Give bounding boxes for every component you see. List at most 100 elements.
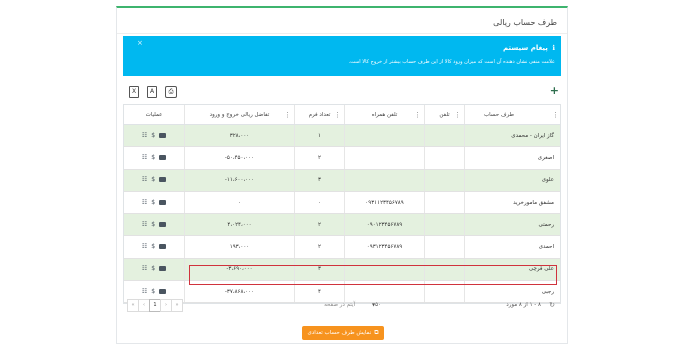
cell-phone — [424, 214, 464, 236]
column-header-label: طرف حساب — [483, 111, 514, 118]
mail-icon[interactable] — [159, 177, 167, 183]
pdf-export-icon[interactable]: A — [147, 86, 157, 98]
cell-party: اصغری — [464, 147, 562, 169]
cell-phone — [424, 169, 464, 191]
cell-mobile: ۰۹۰۱۲۳۴۵۶۷۸۹ — [344, 214, 424, 236]
column-header-label: تلفن — [439, 111, 450, 118]
cell-mobile — [344, 125, 424, 147]
cell-count: ۲ — [294, 236, 344, 258]
column-header-label: تلفن همراه — [371, 111, 398, 118]
cell-actions: ☷ $ — [124, 259, 184, 280]
items-per-page-label: آیتم در صفحه — [324, 302, 355, 308]
column-menu-icon[interactable]: ⋮ — [284, 111, 291, 119]
dollar-icon[interactable]: $ — [151, 288, 155, 296]
cell-phone — [424, 147, 464, 169]
page-title: طرف حساب ریالی — [493, 18, 557, 27]
column-menu-icon[interactable]: ⋮ — [414, 111, 421, 119]
table-row[interactable]: رحمتی ۰۹۰۱۲۳۴۵۶۷۸۹ ۲ ۴،۰۲۴،۰۰۰ ☷ $ — [124, 214, 562, 237]
table-row[interactable]: اصغری ۲ ۵۰،۴۵۰،۰۰۰- ☷ $ — [124, 147, 562, 170]
list-icon[interactable]: ☷ — [142, 288, 147, 296]
system-message-alert: × ℹ پیغام سیستم علامت منفی نشان دهنده آن… — [123, 36, 561, 76]
cell-mobile — [344, 147, 424, 169]
mail-icon[interactable] — [159, 288, 167, 294]
mail-icon[interactable] — [159, 266, 167, 272]
table-row[interactable]: احمدی ۰۹۳۱۲۳۴۵۶۷۸۹ ۲ ۱۹۳،۰۰۰ ☷ $ — [124, 236, 562, 259]
mail-icon[interactable] — [159, 154, 167, 160]
show-party-count-button[interactable]: ⧉ نمایش طرف حساب تعدادی — [302, 326, 384, 340]
cell-party: گاز ایران - محمدی — [464, 125, 562, 147]
dollar-icon[interactable]: $ — [151, 132, 155, 140]
cell-mobile: ۰۹۳۱۲۳۴۵۶۷۸۹ — [344, 236, 424, 258]
dollar-icon[interactable]: $ — [151, 176, 155, 184]
cell-actions: ☷ $ — [124, 170, 184, 191]
table-header: ⋮ طرف حساب ⋮ تلفن ⋮ تلفن همراه ⋮ تعداد ف… — [124, 105, 560, 125]
table-row[interactable]: علوی ۳ ۱۱،۶۰۰،۰۰۰- ☷ $ — [124, 169, 562, 192]
cell-party: احمدی — [464, 236, 562, 258]
column-header-label: عملیات — [145, 111, 163, 118]
mail-icon[interactable] — [159, 221, 167, 227]
column-menu-icon[interactable]: ⋮ — [552, 111, 559, 119]
last-page-button[interactable]: » — [171, 299, 183, 312]
close-icon[interactable]: × — [137, 39, 143, 47]
dollar-icon[interactable]: $ — [151, 199, 155, 207]
divider — [117, 33, 567, 34]
list-icon[interactable]: ☷ — [142, 154, 147, 162]
cell-diff: ۱۱،۶۰۰،۰۰۰- — [184, 169, 294, 191]
column-header-mobile[interactable]: ⋮ تلفن همراه — [344, 105, 424, 124]
list-icon[interactable]: ☷ — [142, 132, 147, 140]
mail-icon[interactable] — [159, 244, 167, 250]
alert-title-text: پیغام سیستم — [503, 44, 548, 52]
cell-actions: ☷ $ — [124, 236, 184, 257]
dollar-icon[interactable]: $ — [151, 265, 155, 273]
add-button[interactable]: + — [550, 85, 559, 97]
list-icon[interactable]: ☷ — [142, 221, 147, 229]
cell-actions: ☷ $ — [124, 147, 184, 168]
list-icon[interactable]: ☷ — [142, 265, 147, 273]
list-icon[interactable]: ☷ — [142, 243, 147, 251]
selected-row-highlight — [189, 265, 557, 285]
cell-count: ۳ — [294, 169, 344, 191]
refresh-icon[interactable]: ↻ — [549, 301, 555, 309]
column-header-phone[interactable]: ⋮ تلفن — [424, 105, 464, 124]
mail-icon[interactable] — [159, 132, 167, 138]
info-icon: ℹ — [552, 44, 555, 52]
cell-phone — [424, 191, 464, 214]
column-menu-icon[interactable]: ⋮ — [454, 111, 461, 119]
table-row[interactable]: مشفق مامورخرید ۰۹۳۱۱۲۳۴۵۶۷۸۹ ۰ ۰ ☷ $ — [124, 191, 560, 215]
cell-mobile — [344, 169, 424, 191]
dollar-icon[interactable]: $ — [151, 221, 155, 229]
cell-actions: ☷ $ — [124, 125, 184, 146]
column-header-party[interactable]: ⋮ طرف حساب — [464, 105, 562, 124]
copy-icon: ⧉ — [374, 329, 379, 336]
column-header-diff[interactable]: ⋮ تفاضل ریالی خروج و ورود — [184, 105, 294, 124]
list-icon[interactable]: ☷ — [142, 176, 147, 184]
cell-count: ۱ — [294, 125, 344, 147]
show-button-label: نمایش طرف حساب تعدادی — [307, 330, 372, 336]
grid-footer: ↻ ۸ - ۱ از ۸ مورد ۵۰▼ آیتم در صفحه « ‹ 1… — [123, 296, 561, 316]
dollar-icon[interactable]: $ — [151, 154, 155, 162]
grid-toolbar: X A ⎙ + — [123, 85, 561, 102]
cell-actions: ☷ $ — [124, 214, 184, 235]
column-menu-icon[interactable]: ⋮ — [334, 111, 341, 119]
main-panel: طرف حساب ریالی × ℹ پیغام سیستم علامت منف… — [116, 6, 568, 344]
column-header-ops: عملیات — [124, 105, 184, 124]
cell-party: علوی — [464, 169, 562, 191]
table-row[interactable]: گاز ایران - محمدی ۱ ۳۲۸،۰۰۰ ☷ $ — [124, 125, 562, 148]
cell-phone — [424, 236, 464, 258]
column-header-label: تفاضل ریالی خروج و ورود — [209, 111, 270, 118]
pagination: « ‹ 1 › » — [127, 299, 183, 312]
pagination-range: ۸ - ۱ از ۸ مورد — [506, 302, 541, 308]
cell-party: رحمتی — [464, 214, 562, 236]
cell-mobile: ۰۹۳۱۱۲۳۴۵۶۷۸۹ — [344, 191, 424, 214]
alert-body: علامت منفی نشان دهنده آن است که میزان ور… — [348, 59, 555, 65]
mail-icon[interactable] — [159, 199, 167, 205]
page-size-select[interactable]: ۵۰▼ — [368, 302, 381, 308]
cell-count: ۰ — [294, 191, 344, 214]
column-header-count[interactable]: ⋮ تعداد فرم — [294, 105, 344, 124]
column-header-label: تعداد فرم — [308, 111, 331, 118]
list-icon[interactable]: ☷ — [142, 199, 147, 207]
dollar-icon[interactable]: $ — [151, 243, 155, 251]
excel-export-icon[interactable]: X — [129, 86, 139, 98]
print-icon[interactable]: ⎙ — [165, 86, 177, 98]
cell-diff: ۵۰،۴۵۰،۰۰۰- — [184, 147, 294, 169]
